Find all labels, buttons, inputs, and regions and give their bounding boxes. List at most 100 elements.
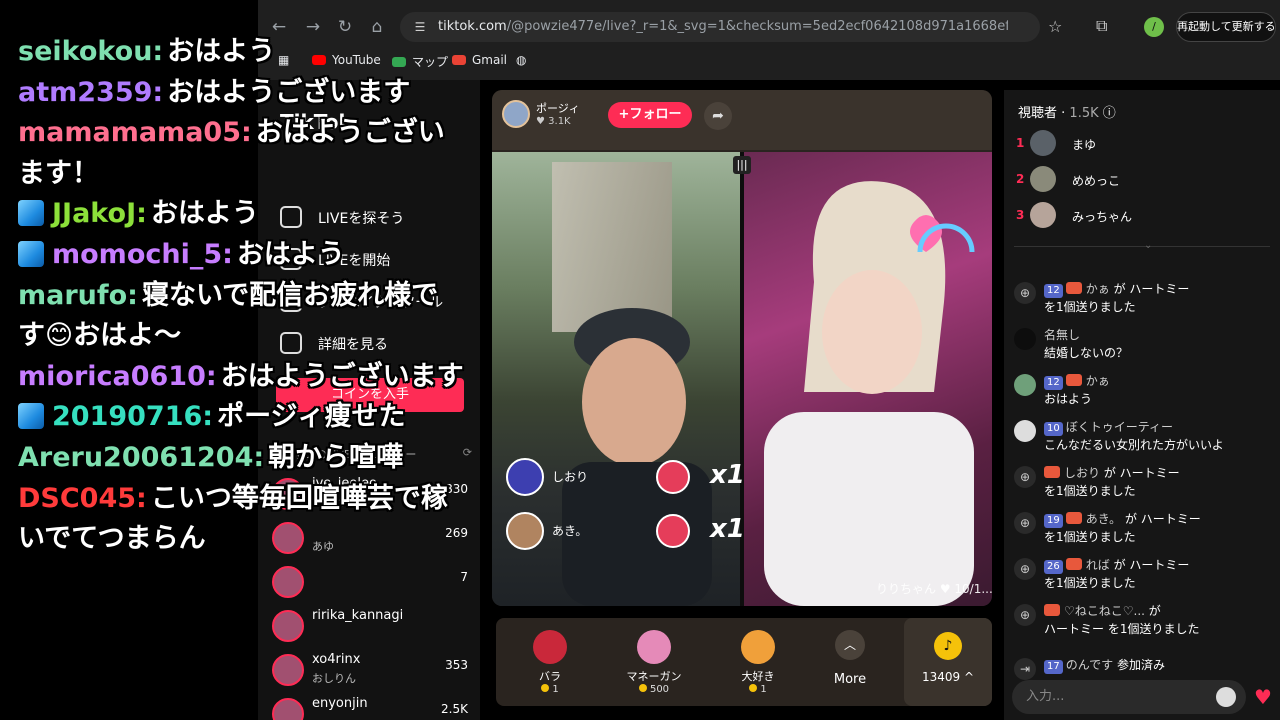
sidebar-item-label: 詳細を見る bbox=[318, 337, 388, 353]
bookmark-youtube[interactable]: YouTube bbox=[312, 53, 381, 67]
follow-button[interactable]: +フォロー bbox=[608, 102, 692, 128]
forward-icon[interactable]: → bbox=[302, 16, 324, 38]
opponent-name: りりちゃん bbox=[876, 582, 937, 596]
viewers-count: 1.5K bbox=[1069, 106, 1099, 121]
sidebar-item-creator-tools[interactable]: クリエイターツール bbox=[280, 288, 470, 314]
live-video-panel[interactable]: ポージィ ♥ 3.1K +フォロー ➦ ||| しおり x1 あき。 x1 りり… bbox=[492, 90, 992, 606]
message-body: ♡ねこねこ♡... がハートミー を1個送りました bbox=[1044, 602, 1280, 638]
overlay-chat-username: mamamama05: bbox=[18, 117, 252, 149]
tiktok-sidebar: TikTok LIVEを探そう LIVEを開始 クリエイターツール 詳細を見る … bbox=[258, 80, 480, 720]
host-avatar[interactable] bbox=[502, 100, 530, 128]
sidebar-item-more[interactable]: 詳細を見る bbox=[280, 330, 470, 356]
address-bar[interactable]: ☰ tiktok.com/@powzie477e/live?_r=1&_svg=… bbox=[400, 12, 1040, 42]
fan-badge bbox=[1065, 512, 1082, 524]
gift-icon: ⊕ bbox=[1014, 512, 1036, 534]
site-info-icon[interactable]: ☰ bbox=[411, 18, 429, 36]
viewers-header[interactable]: 視聴者 · 1.5K ⓘ bbox=[1018, 102, 1116, 121]
chat-username[interactable]: ぼくトゥイーティー bbox=[1066, 420, 1173, 434]
globe-icon[interactable]: ◍ bbox=[516, 53, 526, 67]
host-name[interactable]: ポージィ bbox=[536, 100, 580, 116]
back-icon[interactable]: ← bbox=[268, 16, 290, 38]
chat-username[interactable]: かぁ bbox=[1086, 282, 1110, 296]
message-body: 10 ぼくトゥイーティー こんなだるい女別れた方がいいよ bbox=[1044, 418, 1280, 454]
top-viewer[interactable]: 2 めめっこ bbox=[1016, 166, 1272, 194]
fan-badge bbox=[1044, 604, 1060, 616]
bookmark-gmail[interactable]: Gmail bbox=[452, 53, 507, 67]
refresh-icon[interactable]: ⟳ bbox=[463, 446, 472, 459]
recommended-creator[interactable]: ririka_kannagi bbox=[268, 608, 472, 650]
gift-sender: あき。 bbox=[552, 524, 588, 538]
chat-panel: 視聴者 · 1.5K ⓘ 1 まゆ 2 めめっこ 3 みっちゃん ⌄ ⊕ 12 かぁ が … bbox=[1004, 90, 1280, 720]
house-icon bbox=[280, 290, 302, 312]
get-coins-button[interactable]: コインを入手 bbox=[276, 378, 464, 412]
chat-text-line2: を1個送りました bbox=[1044, 576, 1136, 590]
apps-grid-icon[interactable]: ▦ bbox=[278, 53, 289, 67]
more-gifts-button[interactable]: ︿ More bbox=[822, 626, 878, 698]
creator-name: ririka_kannagi bbox=[312, 608, 404, 623]
sidebar-item-explore-live[interactable]: LIVEを探そう bbox=[280, 204, 470, 230]
creator-name: enyonjin bbox=[312, 696, 368, 711]
avatar bbox=[272, 654, 304, 686]
overlay-chat-line: す😊おはよ〜 bbox=[18, 316, 181, 356]
level-badge: 12 bbox=[1044, 284, 1063, 298]
coin-balance-button[interactable]: ♪ 13409 ^ bbox=[904, 618, 992, 706]
divider bbox=[1014, 246, 1270, 247]
message-body: 26 れば が ハートミー を1個送りました bbox=[1044, 556, 1280, 592]
recommended-creator[interactable]: 7 bbox=[268, 564, 472, 606]
share-icon[interactable]: ➦ bbox=[704, 102, 732, 130]
recommended-creator[interactable]: ive_jeoleo いぶれお 830 bbox=[268, 476, 472, 518]
cube-icon bbox=[18, 200, 44, 227]
home-icon[interactable]: ⌂ bbox=[366, 16, 388, 38]
sidebar-item-label: クリエイターツール bbox=[318, 295, 444, 311]
tiktok-logo[interactable]: TikTok bbox=[280, 110, 352, 134]
gift-count: x1 bbox=[710, 514, 745, 544]
overlay-chat-text: おはよう bbox=[150, 198, 259, 230]
chat-text: が ハートミー bbox=[1124, 512, 1201, 526]
overlay-chat-username: 20190716: bbox=[52, 401, 214, 433]
chat-text-line2: おはよう bbox=[1044, 392, 1093, 406]
bookmark-label: YouTube bbox=[332, 53, 381, 67]
avatar bbox=[272, 478, 304, 510]
chat-username[interactable]: のんです bbox=[1066, 658, 1113, 672]
chat-text: が bbox=[1148, 604, 1161, 618]
top-viewer[interactable]: 1 まゆ bbox=[1016, 130, 1272, 158]
creator-nickname: おしりん bbox=[312, 672, 356, 685]
chevron-down-icon[interactable]: ⌄ bbox=[1144, 240, 1152, 251]
emoji-icon[interactable] bbox=[1216, 687, 1236, 707]
chat-input[interactable]: 入力... bbox=[1012, 680, 1246, 714]
opponent-label[interactable]: りりちゃん ♥ 10/1... bbox=[876, 580, 992, 597]
reload-icon[interactable]: ↻ bbox=[334, 16, 356, 38]
bookmark-star-icon[interactable]: ☆ bbox=[1048, 17, 1062, 36]
recommended-title: おすすめのLIVEクリエイター bbox=[272, 448, 417, 461]
sidebar-item-start-live[interactable]: LIVEを開始 bbox=[280, 246, 470, 272]
chat-username[interactable]: ♡ねこねこ♡... bbox=[1064, 604, 1145, 618]
gift-name: 大好き bbox=[741, 670, 775, 683]
extensions-icon[interactable]: ⧉ bbox=[1096, 16, 1107, 36]
overlay-chat-text: す😊おはよ〜 bbox=[18, 320, 182, 352]
url-host: tiktok.com bbox=[438, 19, 507, 34]
gift-rose[interactable]: バラ 1 bbox=[510, 626, 590, 698]
sidebar-item-label: LIVEを探そう bbox=[318, 211, 405, 227]
gift-icon: ⊕ bbox=[1014, 282, 1036, 304]
chat-username[interactable]: かぁ bbox=[1086, 374, 1110, 388]
top-viewer[interactable]: 3 みっちゃん bbox=[1016, 202, 1272, 230]
url-text[interactable]: tiktok.com/@powzie477e/live?_r=1&_svg=1&… bbox=[438, 19, 1008, 37]
chat-username[interactable]: 名無し bbox=[1044, 328, 1080, 342]
avatar bbox=[272, 522, 304, 554]
gift-money-gun[interactable]: マネーガン 500 bbox=[614, 626, 694, 698]
recommended-creator[interactable]: あゆ 269 bbox=[268, 520, 472, 562]
gift-love[interactable]: 大好き 1 bbox=[718, 626, 798, 698]
recommended-creator[interactable]: xo4rinx おしりん 353 bbox=[268, 652, 472, 694]
viewer-name: みっちゃん bbox=[1072, 210, 1133, 224]
bookmark-maps[interactable]: マップ bbox=[392, 53, 448, 70]
chat-username[interactable]: れば bbox=[1086, 558, 1110, 572]
recommended-creator[interactable]: enyonjin 2.5K bbox=[268, 696, 472, 720]
profile-avatar[interactable]: / bbox=[1144, 17, 1164, 37]
chat-username[interactable]: しおり bbox=[1064, 466, 1100, 480]
pk-bars-icon: ||| bbox=[733, 156, 751, 174]
like-heart-icon[interactable]: ♥ bbox=[1254, 686, 1278, 708]
restart-update-button[interactable]: 再起動して更新する bbox=[1176, 12, 1276, 42]
message-body: 12 かぁ おはよう bbox=[1044, 372, 1280, 408]
chat-username[interactable]: あき。 bbox=[1086, 512, 1121, 526]
overlay-chat-username: seikokou: bbox=[18, 36, 164, 67]
